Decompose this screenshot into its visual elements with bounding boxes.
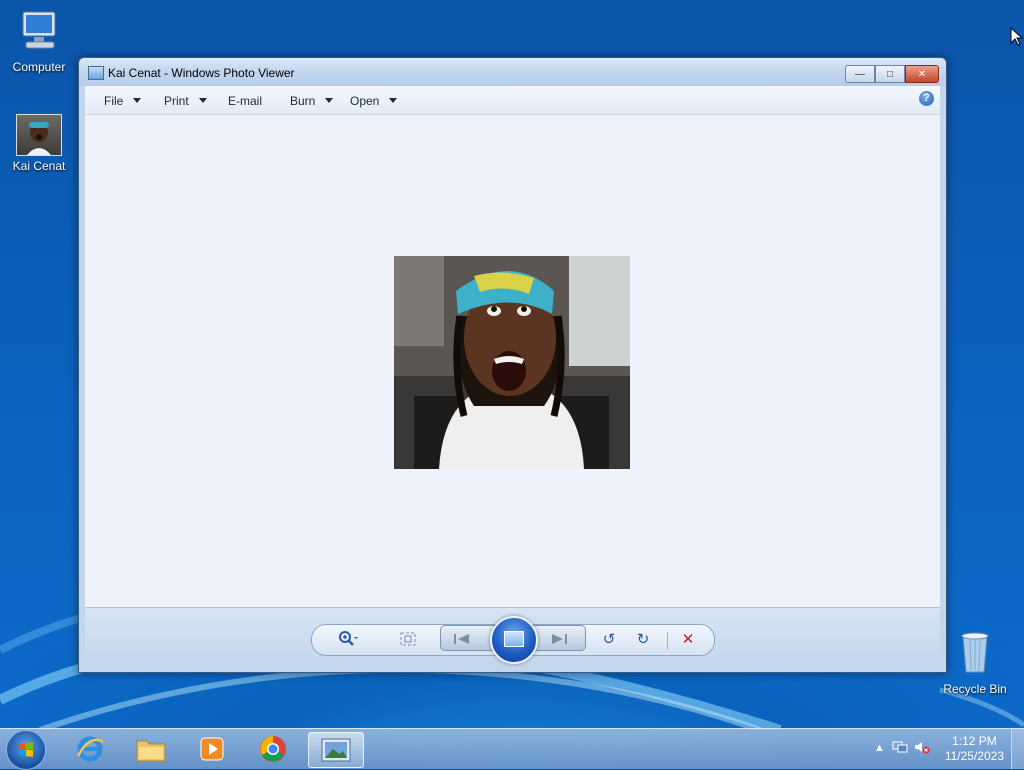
computer-label: Computer	[12, 60, 66, 74]
zoom-icon[interactable]	[337, 630, 359, 648]
taskbar: ▲ 1:12 PM 11/25/2023	[0, 728, 1024, 770]
clock-time: 1:12 PM	[952, 734, 997, 748]
chevron-down-icon	[198, 98, 207, 103]
kai-cenat-label: Kai Cenat	[12, 159, 66, 173]
menu-file[interactable]: File	[104, 94, 142, 108]
chevron-down-icon	[389, 98, 398, 103]
recycle-bin-icon	[961, 632, 989, 673]
desktop-computer-icon[interactable]: Computer	[4, 8, 74, 74]
rotate-counterclockwise-icon[interactable]: ↺	[598, 630, 620, 648]
slideshow-button[interactable]	[490, 616, 538, 664]
title-bar[interactable]: Kai Cenat - Windows Photo Viewer — □ ✕	[79, 58, 946, 86]
system-tray: ▲ 1:12 PM 11/25/2023	[864, 729, 1024, 769]
slideshow-icon	[504, 631, 524, 647]
volume-muted-icon[interactable]	[914, 740, 930, 757]
displayed-photo	[394, 256, 630, 469]
image-viewport[interactable]	[85, 115, 940, 607]
window-title: Kai Cenat - Windows Photo Viewer	[108, 66, 295, 80]
menu-print-label: Print	[164, 94, 189, 108]
windows-logo-icon	[19, 742, 33, 757]
chevron-down-icon	[133, 98, 142, 103]
actual-size-icon[interactable]	[397, 630, 419, 648]
mouse-cursor-icon	[1010, 27, 1024, 46]
chevron-down-icon	[325, 98, 334, 103]
monitor-icon	[22, 11, 56, 49]
viewer-controls: ↺ ↻ ✕	[85, 607, 940, 672]
photo-viewer-icon	[321, 738, 351, 762]
show-desktop-button[interactable]	[1011, 729, 1024, 769]
file-explorer-icon[interactable]	[124, 732, 178, 766]
kai-cenat-thumbnail	[16, 114, 62, 156]
previous-icon[interactable]	[451, 630, 473, 648]
recycle-bin-label: Recycle Bin	[943, 682, 1007, 696]
desktop-recycle-bin-icon[interactable]: Recycle Bin	[940, 630, 1010, 696]
window-controls: — □ ✕	[845, 65, 939, 83]
media-player-icon[interactable]	[185, 732, 239, 766]
menu-email[interactable]: E-mail	[228, 94, 262, 108]
network-icon[interactable]	[892, 740, 908, 757]
menu-burn[interactable]: Burn	[290, 94, 334, 108]
start-button[interactable]	[6, 730, 46, 770]
help-icon[interactable]: ?	[919, 91, 934, 106]
menu-burn-label: Burn	[290, 94, 316, 108]
divider	[667, 632, 668, 650]
clock[interactable]: 1:12 PM 11/25/2023	[945, 734, 1004, 764]
minimize-button[interactable]: —	[845, 65, 875, 83]
clock-date: 11/25/2023	[944, 749, 1004, 763]
menu-file-label: File	[104, 94, 124, 108]
photo-viewer-taskbar-button[interactable]	[308, 732, 364, 768]
chrome-icon[interactable]	[246, 732, 300, 766]
desktop-kai-cenat-icon[interactable]: Kai Cenat	[4, 114, 74, 173]
delete-icon[interactable]: ✕	[677, 630, 699, 648]
menu-bar: File Print E-mail Burn Open ?	[85, 86, 940, 115]
photo-viewer-icon	[88, 66, 104, 80]
next-icon[interactable]	[548, 630, 570, 648]
menu-email-label: E-mail	[228, 94, 263, 108]
photo-viewer-window[interactable]: Kai Cenat - Windows Photo Viewer — □ ✕ F…	[78, 57, 947, 673]
show-hidden-icons-icon[interactable]: ▲	[874, 742, 885, 754]
menu-open[interactable]: Open	[350, 94, 398, 108]
close-button[interactable]: ✕	[905, 65, 939, 83]
menu-print[interactable]: Print	[164, 94, 207, 108]
menu-open-label: Open	[350, 94, 380, 108]
internet-explorer-icon[interactable]	[63, 732, 117, 766]
maximize-button[interactable]: □	[875, 65, 905, 83]
rotate-clockwise-icon[interactable]: ↻	[632, 630, 654, 648]
